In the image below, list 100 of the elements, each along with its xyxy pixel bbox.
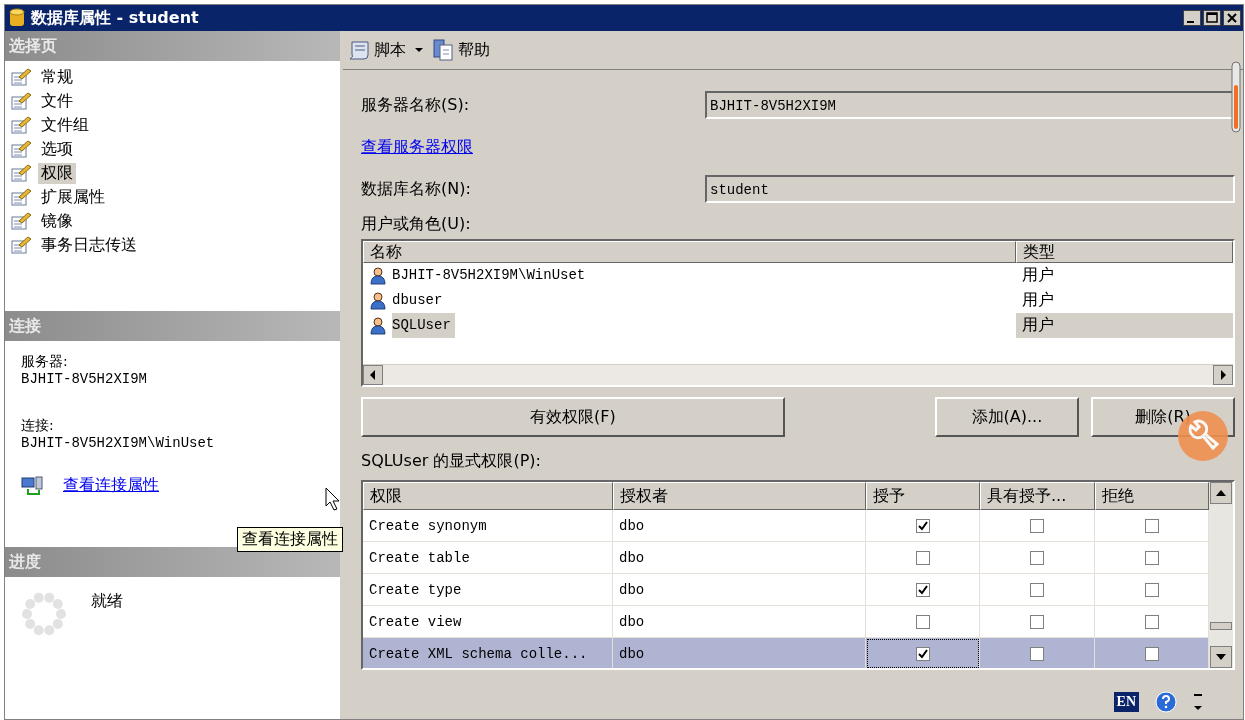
column-header[interactable]: 授权者 xyxy=(613,482,866,510)
window-title: 数据库属性 - student xyxy=(31,7,200,29)
page-icon xyxy=(11,92,32,110)
dropdown-caret-icon xyxy=(414,47,424,53)
column-header[interactable]: 权限 xyxy=(363,482,613,510)
page-icon xyxy=(11,140,32,158)
section-header: 进度 xyxy=(5,547,340,577)
table-cell: Create table xyxy=(363,542,613,573)
sidebar-item[interactable]: 选项 xyxy=(38,138,76,160)
table-row[interactable]: Create table dbo xyxy=(363,542,1209,574)
user-icon xyxy=(369,291,387,310)
table-cell-text: 用户 xyxy=(1021,264,1055,286)
user-name[interactable]: dbuser xyxy=(392,288,447,313)
checkbox[interactable] xyxy=(1030,518,1044,533)
page-icon xyxy=(11,116,32,134)
checkbox[interactable] xyxy=(1144,518,1159,533)
field-label: 数据库名称(N): xyxy=(361,178,472,200)
help-button[interactable]: 帮助 xyxy=(430,39,492,61)
scroll-up-icon xyxy=(1210,482,1232,504)
section-header: 选择页 xyxy=(5,31,340,61)
checkbox[interactable] xyxy=(1030,550,1044,565)
table-cell: Create synonym xyxy=(363,510,613,541)
database-icon xyxy=(9,8,25,28)
scroll-right-icon xyxy=(1213,365,1233,385)
database-name-field: student xyxy=(705,175,1235,203)
sidebar-item[interactable]: 事务日志传送 xyxy=(38,234,140,256)
sidebar-item[interactable]: 常规 xyxy=(38,66,76,88)
table-cell-text: 用户 xyxy=(1021,289,1055,311)
checked-checkbox[interactable] xyxy=(915,518,930,533)
table-cell: dbo xyxy=(613,542,866,573)
user-icon xyxy=(369,266,387,285)
checkbox[interactable] xyxy=(1144,550,1159,565)
sidebar-item[interactable]: 文件组 xyxy=(38,114,92,136)
sidebar-item[interactable]: 文件 xyxy=(38,90,76,112)
user-name[interactable]: BJHIT-8V5H2XI9M\WinUset xyxy=(392,263,590,288)
scroll-indicator-icon xyxy=(1231,61,1241,133)
field-label: 服务器: xyxy=(21,353,69,371)
field-label: 连接: xyxy=(21,417,55,435)
options-icon xyxy=(1193,692,1203,712)
checkbox[interactable] xyxy=(1030,646,1044,661)
maximize-icon xyxy=(1203,10,1221,26)
section-header: 连接 xyxy=(5,311,340,341)
table-cell: dbo xyxy=(613,638,866,668)
table-row[interactable]: Create XML schema colle... dbo xyxy=(363,638,1209,668)
tooltip: 查看连接属性 xyxy=(237,527,343,552)
field-label: 用户或角色(U): xyxy=(361,214,472,235)
page-icon xyxy=(11,212,32,230)
table-cell: dbo xyxy=(613,606,866,637)
network-computer-icon xyxy=(21,475,45,496)
add-button[interactable]: 添加(A)... xyxy=(934,397,1079,437)
checkbox[interactable] xyxy=(1144,646,1159,661)
vertical-scrollbar[interactable] xyxy=(1209,482,1233,668)
column-header[interactable]: 名称 xyxy=(363,241,1016,263)
checkbox[interactable] xyxy=(915,614,930,629)
table-cell: dbo xyxy=(613,510,866,541)
checkbox[interactable] xyxy=(1030,614,1044,629)
script-button[interactable]: 脚本 xyxy=(346,39,408,61)
page-icon xyxy=(11,68,32,86)
server-name: BJHIT-8V5H2XI9M xyxy=(21,371,149,387)
scroll-left-icon xyxy=(363,365,383,385)
effective-permissions-button[interactable]: 有效权限(F) xyxy=(361,397,785,437)
checkbox[interactable] xyxy=(1030,582,1044,597)
sidebar-item[interactable]: 扩展属性 xyxy=(38,186,108,208)
connection-name: BJHIT-8V5H2XI9M\WinUset xyxy=(21,435,216,451)
user-icon xyxy=(369,316,387,335)
table-cell: Create XML schema colle... xyxy=(363,638,613,668)
page-icon xyxy=(11,236,32,254)
column-header[interactable]: 拒绝 xyxy=(1095,482,1209,510)
sidebar-item[interactable]: 权限 xyxy=(38,162,76,184)
user-name[interactable]: SQLUser xyxy=(392,313,455,338)
checkbox[interactable] xyxy=(1144,614,1159,629)
link[interactable]: 查看连接属性 xyxy=(63,475,159,496)
link[interactable]: 查看服务器权限 xyxy=(361,136,473,158)
table-cell: dbo xyxy=(613,574,866,605)
table-cell: Create view xyxy=(363,606,613,637)
language-indicator[interactable]: EN xyxy=(1113,692,1139,712)
field-label: 服务器名称(S): xyxy=(361,94,471,116)
scroll-down-icon xyxy=(1210,646,1232,668)
scroll-icon xyxy=(348,40,370,60)
column-header[interactable]: 具有授予... xyxy=(980,482,1095,510)
table-row[interactable]: Create synonym dbo xyxy=(363,510,1209,542)
checked-checkbox[interactable] xyxy=(915,646,930,661)
status-text: 就绪 xyxy=(91,591,123,612)
spinner-icon xyxy=(21,591,67,637)
table-cell: Create type xyxy=(363,574,613,605)
document-icon xyxy=(432,39,454,61)
column-header[interactable]: 授予 xyxy=(866,482,980,510)
column-header[interactable]: 类型 xyxy=(1016,241,1233,263)
table-row[interactable]: Create type dbo xyxy=(363,574,1209,606)
page-icon xyxy=(11,188,32,206)
checkbox[interactable] xyxy=(1144,582,1159,597)
table-cell: 用户 xyxy=(1016,313,1233,338)
sidebar-item[interactable]: 镜像 xyxy=(38,210,76,232)
page-icon xyxy=(11,164,32,182)
minimize-icon xyxy=(1183,10,1201,26)
help-icon xyxy=(1155,691,1177,713)
checkbox[interactable] xyxy=(915,550,930,565)
checked-checkbox[interactable] xyxy=(915,582,930,597)
close-icon xyxy=(1223,10,1241,26)
horizontal-scrollbar[interactable] xyxy=(363,364,1233,385)
